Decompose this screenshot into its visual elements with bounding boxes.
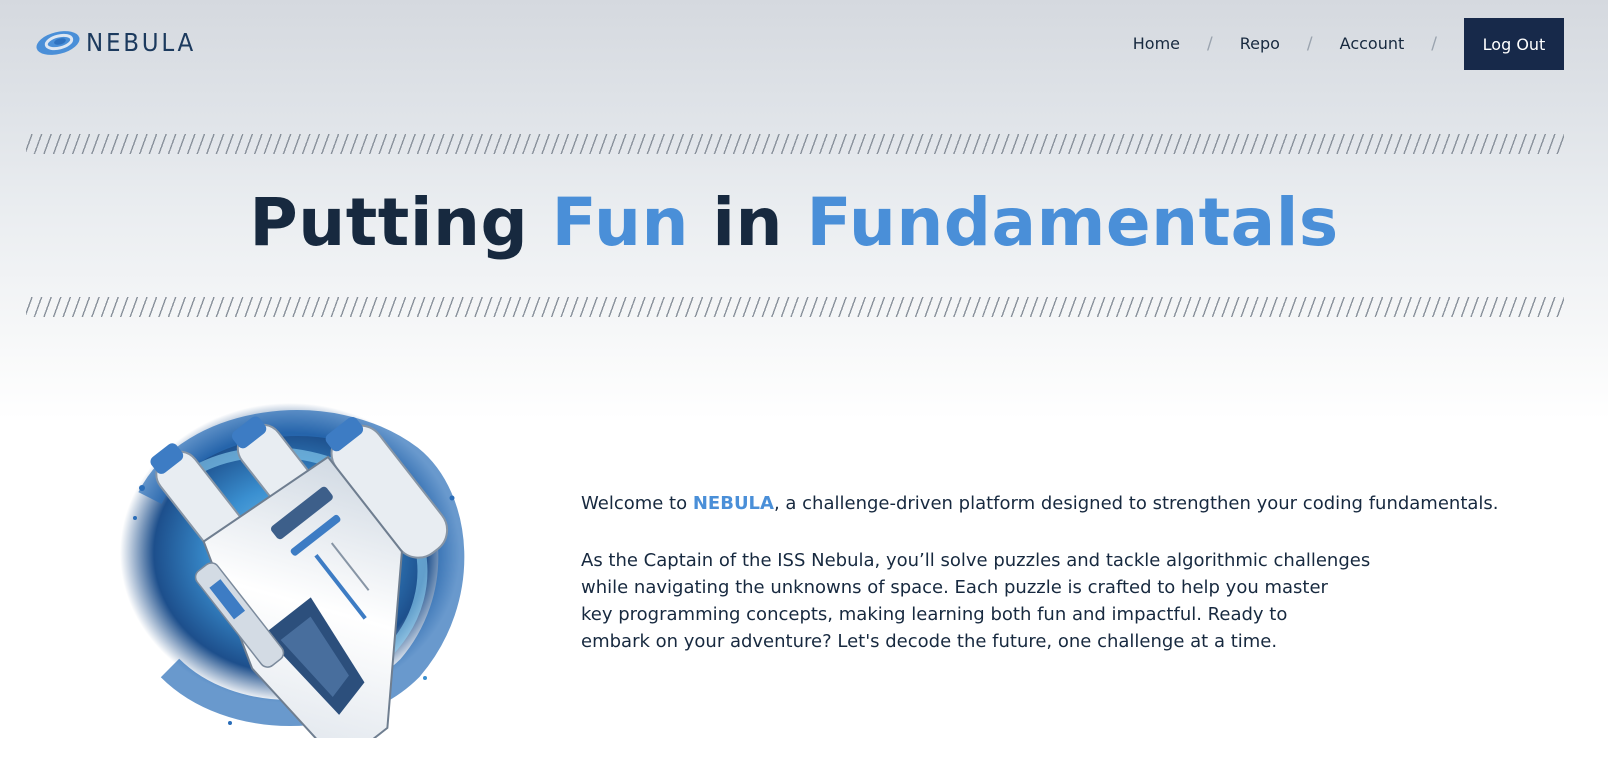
nebula-logo[interactable]: NEBULA: [34, 26, 206, 60]
title-part-accent: Fundamentals: [806, 184, 1339, 261]
site-header: NEBULA Home / Repo / Account / Log Out: [0, 0, 1608, 90]
nav-home-link[interactable]: Home: [1133, 18, 1180, 70]
description-line: while navigating the unknowns of space. …: [581, 577, 1328, 598]
description-paragraph: As the Captain of the ISS Nebula, you’ll…: [581, 547, 1381, 655]
nav-separator: /: [1431, 34, 1437, 54]
title-part-accent: Fun: [551, 184, 689, 261]
hatch-divider-bottom: [26, 297, 1564, 317]
description-line: As the Captain of the ISS Nebula, you’ll…: [581, 550, 1371, 571]
galaxy-logo-icon: [36, 31, 80, 55]
log-out-button[interactable]: Log Out: [1464, 18, 1564, 70]
main-nav: Home / Repo / Account / Log Out: [1133, 18, 1564, 70]
nav-repo-link[interactable]: Repo: [1240, 18, 1280, 70]
title-part: in: [688, 184, 807, 261]
logo-text: NEBULA: [86, 28, 196, 57]
page-title: Putting Fun in Fundamentals: [0, 183, 1588, 263]
intro-text: , a challenge-driven platform designed t…: [773, 493, 1499, 514]
brand-name: NEBULA: [692, 493, 774, 514]
description-line: embark on your adventure? Let's decode t…: [581, 631, 1278, 652]
nav-separator: /: [1207, 34, 1213, 54]
title-part: Putting: [249, 184, 552, 261]
nav-separator: /: [1306, 34, 1313, 54]
hatch-divider-top: [26, 134, 1564, 154]
description-line: key programming concepts, making learnin…: [581, 604, 1288, 625]
spaceship-illustration: [120, 403, 465, 738]
nav-account-link[interactable]: Account: [1340, 18, 1405, 70]
intro-text: Welcome to: [581, 493, 693, 514]
welcome-text: Welcome to NEBULA, a challenge-driven pl…: [581, 490, 1581, 518]
